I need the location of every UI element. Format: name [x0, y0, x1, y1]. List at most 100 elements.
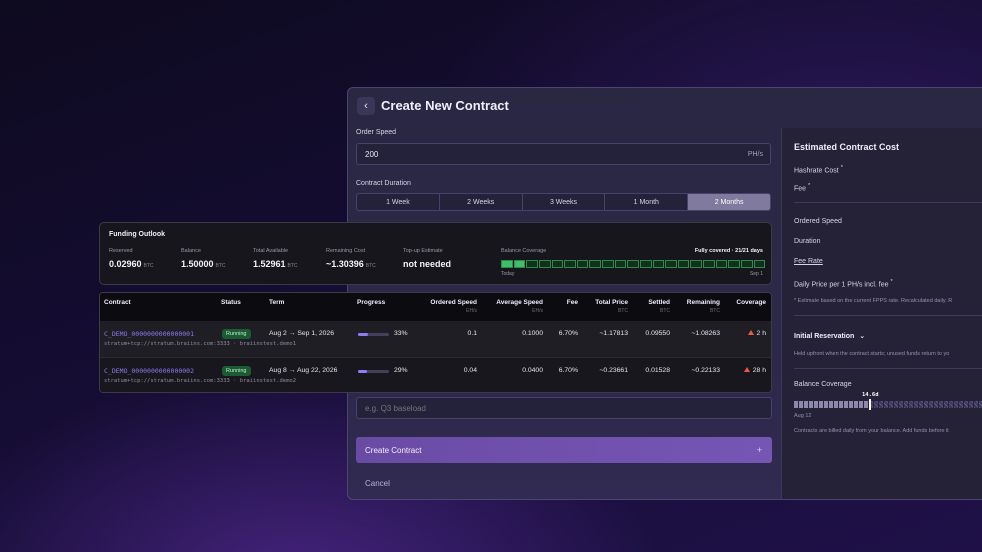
- term: Aug 2 → Sep 1, 2026: [269, 330, 334, 337]
- coverage-cell: [819, 401, 823, 408]
- table-row[interactable]: C_DEMO_0000000000000002 stratum+tcp://st…: [100, 357, 771, 392]
- col-coverage[interactable]: Coverage: [736, 299, 766, 306]
- window-header: ‹ Create New Contract: [348, 88, 982, 126]
- balance-amount: 1.50000: [181, 259, 214, 269]
- coverage-cell: [809, 401, 813, 408]
- col-ordered-speed[interactable]: Ordered Speed: [430, 299, 477, 306]
- col-fee[interactable]: Fee: [567, 299, 578, 306]
- coverage-day-cell: [576, 260, 589, 268]
- coverage-cell: [934, 401, 938, 408]
- col-total-price[interactable]: Total Price: [595, 299, 628, 306]
- pool-url: stratum+tcp://stratum.braiins.com:3333 ·…: [104, 341, 297, 347]
- col-remaining-unit: BTC: [710, 308, 720, 314]
- col-settled-unit: BTC: [660, 308, 670, 314]
- create-contract-label: Create Contract: [365, 445, 422, 455]
- balance-label: Balance: [181, 248, 201, 254]
- coverage-cell: [894, 401, 898, 408]
- settled: 0.01528: [645, 367, 670, 374]
- col-term[interactable]: Term: [269, 299, 284, 306]
- coverage-day-cell: [665, 260, 677, 268]
- coverage-day-cell: [639, 260, 652, 268]
- divider: [794, 368, 982, 369]
- table-row[interactable]: C_DEMO_0000000000000001 stratum+tcp://st…: [100, 321, 771, 357]
- order-speed-input[interactable]: 200 PH/s: [356, 143, 771, 165]
- progress-fill: [358, 333, 369, 336]
- coverage: 28 h: [743, 367, 766, 374]
- total-price: ~1.17813: [599, 330, 628, 337]
- hashrate-cost-row: Hashrate Cost *: [794, 165, 843, 174]
- coverage-day-cell: [740, 260, 753, 268]
- total-available-label: Total Available: [253, 248, 289, 254]
- initial-reservation-toggle[interactable]: Initial Reservation ⌄: [794, 332, 865, 340]
- coverage-cell: [909, 401, 913, 408]
- fee: 6.70%: [558, 367, 578, 374]
- coverage-day-cell: [551, 260, 564, 268]
- contract-id-link[interactable]: C_DEMO_0000000000000001: [104, 330, 194, 338]
- col-status[interactable]: Status: [221, 299, 241, 306]
- reservation-note: Held upfront when the contract starts; u…: [794, 351, 950, 357]
- daily-price-asterisk: *: [890, 279, 893, 285]
- coverage-cell: [904, 401, 908, 408]
- coverage-cell: [949, 401, 953, 408]
- coverage-bar: [794, 401, 982, 408]
- duration-option-1-month[interactable]: 1 Month: [605, 194, 689, 210]
- col-average-speed[interactable]: Average Speed: [496, 299, 543, 306]
- coverage-day-cell: [627, 260, 639, 268]
- average-speed: 0.1000: [522, 330, 543, 337]
- progress-percent: 29%: [394, 367, 408, 374]
- coverage-day-cell: [677, 260, 690, 268]
- order-speed-label: Order Speed: [356, 129, 397, 136]
- ordered-speed-label: Ordered Speed: [794, 218, 842, 225]
- coverage-cell: [914, 401, 918, 408]
- divider: [794, 315, 982, 316]
- top-up-value: not needed: [403, 259, 452, 269]
- progress-bar: [358, 333, 389, 336]
- duration-option-2-weeks[interactable]: 2 Weeks: [440, 194, 523, 210]
- ordered-speed: 0.1: [467, 330, 477, 337]
- create-contract-button[interactable]: Create Contract +: [356, 437, 772, 463]
- contracts-table: Contract Status Term Progress Ordered Sp…: [99, 292, 772, 393]
- coverage: 2 h: [747, 330, 766, 337]
- col-contract[interactable]: Contract: [104, 299, 131, 306]
- coverage-cell: [824, 401, 828, 408]
- col-settled[interactable]: Settled: [648, 299, 670, 306]
- coverage-day-cell: [501, 260, 513, 268]
- coverage-cell: [849, 401, 853, 408]
- coverage-cell: [964, 401, 968, 408]
- balance-coverage-label: Balance Coverage: [501, 248, 547, 254]
- remaining: ~0.22133: [691, 367, 720, 374]
- duration-option-3-weeks[interactable]: 3 Weeks: [523, 194, 606, 210]
- coverage-marker: [869, 399, 871, 410]
- order-speed-value: 200: [365, 149, 379, 159]
- remaining: ~1.08263: [691, 330, 720, 337]
- total-price: ~0.23661: [599, 367, 628, 374]
- order-speed-unit: PH/s: [747, 150, 763, 158]
- coverage-cell: [889, 401, 893, 408]
- contract-name-input[interactable]: [356, 397, 772, 419]
- col-progress[interactable]: Progress: [357, 299, 385, 306]
- coverage-cell: [859, 401, 863, 408]
- col-ordered-speed-unit: EH/s: [466, 308, 477, 314]
- remaining-cost-unit: BTC: [365, 263, 376, 269]
- duration-option-1-week[interactable]: 1 Week: [357, 194, 440, 210]
- coverage-cell: [899, 401, 903, 408]
- coverage-cell: [804, 401, 808, 408]
- balance-value: 1.50000 BTC: [181, 259, 226, 269]
- coverage-cell: [879, 401, 883, 408]
- estimate-panel: Estimated Contract Cost Hashrate Cost * …: [781, 128, 982, 499]
- coverage-cell: [959, 401, 963, 408]
- col-remaining[interactable]: Remaining: [687, 299, 720, 306]
- coverage-day-cell: [526, 260, 538, 268]
- coverage-cell: [814, 401, 818, 408]
- fee-rate-link[interactable]: Fee Rate: [794, 258, 823, 265]
- duration-option-2-months[interactable]: 2 Months: [688, 194, 770, 210]
- term: Aug 8 → Aug 22, 2026: [269, 367, 338, 374]
- remaining-cost-amount: ~1.30396: [326, 259, 364, 269]
- fee-asterisk: *: [808, 183, 811, 189]
- coverage-cell: [834, 401, 838, 408]
- total-available-unit: BTC: [287, 263, 298, 269]
- contract-id-link[interactable]: C_DEMO_0000000000000002: [104, 367, 194, 375]
- funding-outlook-title: Funding Outlook: [109, 231, 165, 238]
- cancel-button[interactable]: Cancel: [365, 479, 390, 488]
- back-button[interactable]: ‹: [357, 97, 375, 115]
